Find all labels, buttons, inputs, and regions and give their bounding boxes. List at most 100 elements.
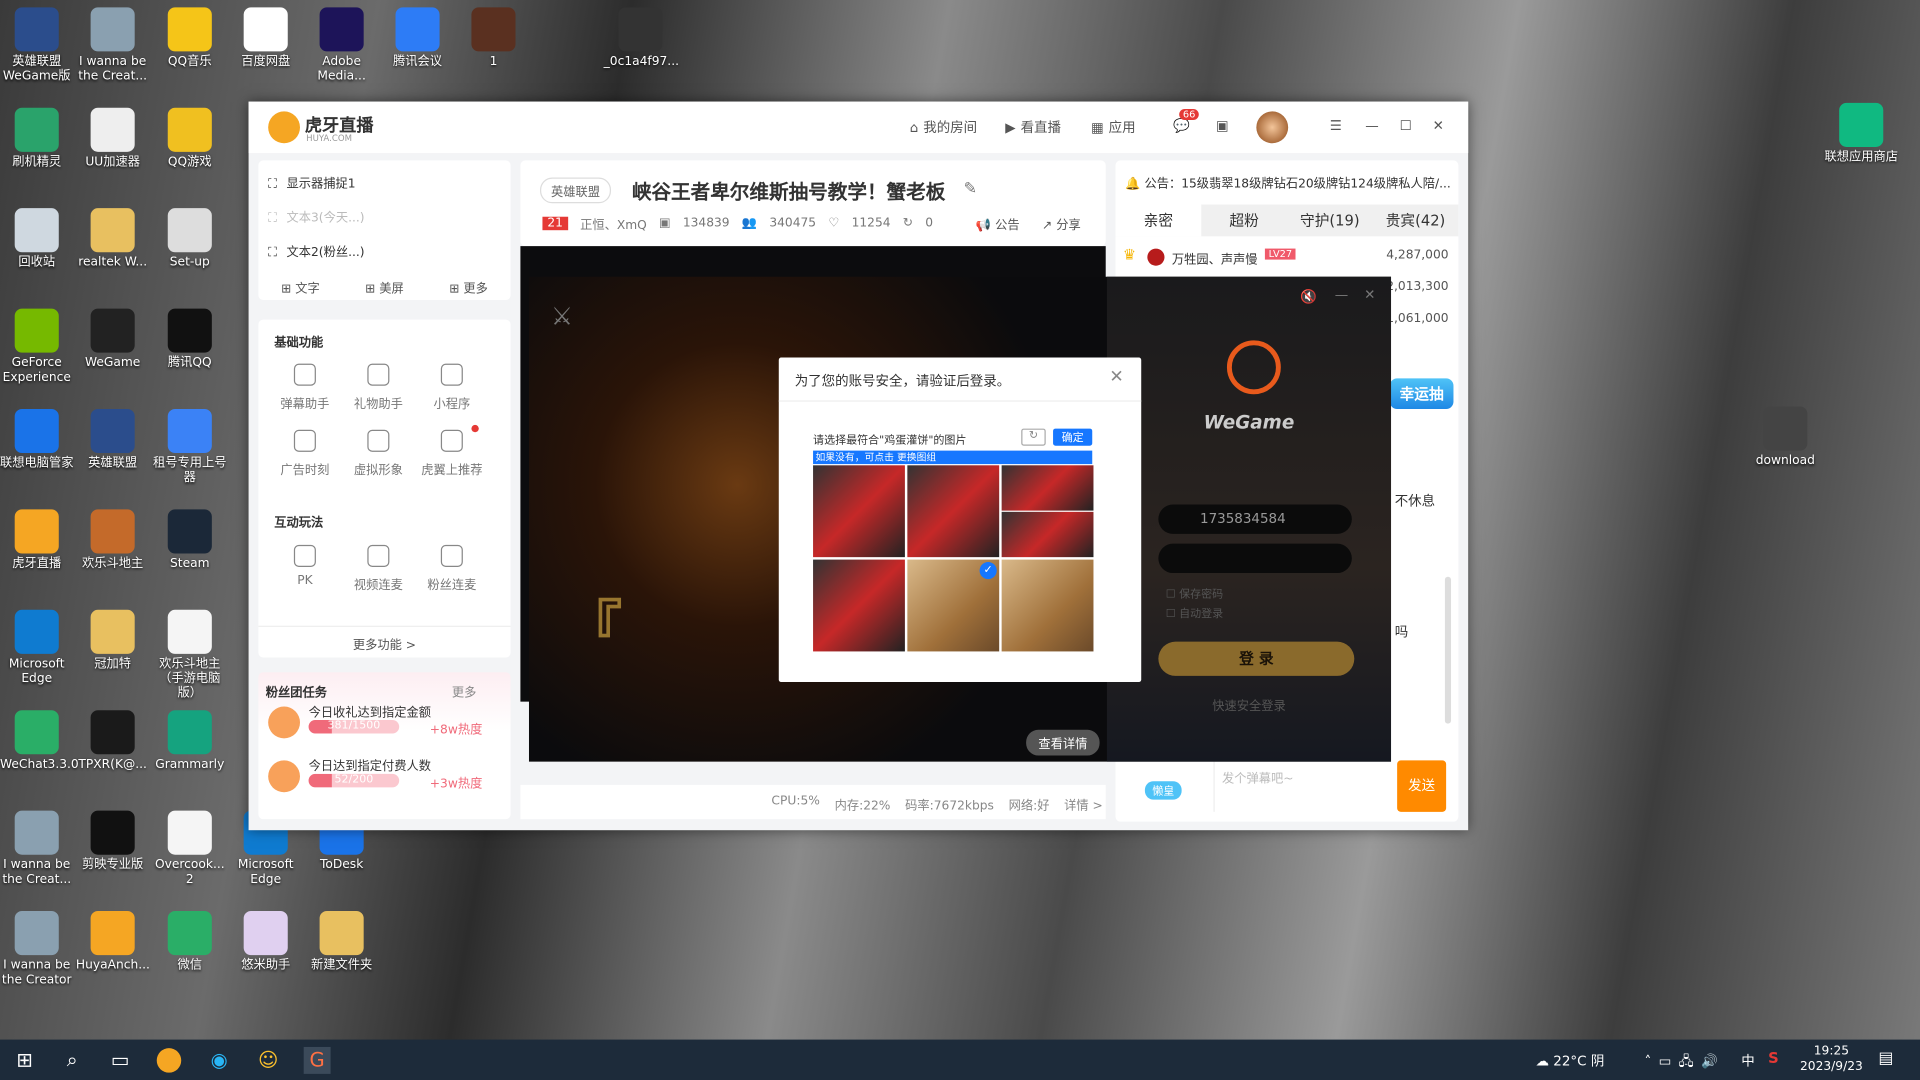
function-button[interactable]: PK — [271, 544, 340, 588]
confirm-button[interactable]: 确定 — [1053, 428, 1093, 446]
edit-icon[interactable]: ✎ — [964, 180, 977, 198]
mute-icon[interactable]: 🔇 — [1300, 289, 1317, 305]
desktop-icon[interactable]: WeGame — [76, 308, 149, 371]
captcha-tile[interactable] — [813, 559, 905, 652]
tab-3[interactable]: 贵宾(42) — [1373, 204, 1459, 236]
desktop-icon[interactable]: 回收站 — [0, 208, 73, 270]
tab-0[interactable]: 亲密 — [1115, 204, 1202, 237]
desktop-icon[interactable]: 欢乐斗地主（手游电脑版） — [153, 609, 226, 702]
maximize-button[interactable]: ☐ — [1400, 118, 1412, 134]
more-functions-link[interactable]: 更多功能 > — [258, 625, 511, 653]
login-button[interactable]: 登 录 — [1158, 641, 1355, 676]
lucky-draw-button[interactable]: 幸运抽 — [1389, 378, 1454, 409]
auto-login-checkbox[interactable]: ☐ 自动登录 — [1166, 605, 1223, 621]
desktop-icon[interactable]: 英雄联盟WeGame版 — [0, 7, 73, 84]
add-0-button[interactable]: ⊞ 文字 — [281, 278, 320, 296]
desktop-icon[interactable]: 1 — [457, 7, 530, 69]
start-button[interactable]: ⊞ — [11, 1047, 38, 1074]
desktop-icon[interactable]: 联想电脑管家 — [0, 408, 73, 471]
send-button[interactable]: 发送 — [1397, 760, 1447, 812]
desktop-icon[interactable]: I wanna be the Creat... — [0, 810, 73, 888]
taskbar-huya-icon[interactable] — [156, 1048, 182, 1073]
tab-2[interactable]: 守护(19) — [1287, 204, 1373, 236]
minimize-button[interactable]: — — [1365, 118, 1378, 134]
desktop-icon[interactable]: Steam — [153, 509, 226, 571]
taskbar-edge-icon[interactable]: ◉ — [206, 1047, 233, 1074]
desktop-icon[interactable]: 联想应用商店 — [1824, 102, 1898, 165]
function-button[interactable]: 广告时刻 — [271, 429, 340, 478]
desktop-icon[interactable]: 租号专用上号器 — [153, 408, 227, 486]
function-button[interactable]: 粉丝连麦 — [418, 544, 487, 593]
desktop-icon[interactable]: 腾讯会议 — [381, 7, 454, 69]
captcha-close-icon[interactable]: ✕ — [1109, 367, 1123, 387]
view-detail-button[interactable]: 查看详情 — [1026, 729, 1100, 756]
search-icon[interactable]: ⌕ — [59, 1047, 86, 1074]
close-button[interactable]: ✕ — [1433, 118, 1444, 134]
source-item[interactable]: ⛶ 显示器捕捉1 — [268, 173, 355, 191]
captcha-tile[interactable]: ✓ — [907, 559, 1000, 652]
desktop-icon[interactable]: GeForce Experience — [0, 308, 73, 386]
weather[interactable]: ☁ 22°C 阴 — [1536, 1051, 1605, 1071]
share-button[interactable]: ↗ 分享 — [1042, 214, 1081, 232]
desktop-icon[interactable]: 新建文件夹 — [305, 911, 378, 973]
desktop-icon[interactable]: 欢乐斗地主 — [76, 509, 149, 571]
wg-close-icon[interactable]: ✕ — [1364, 287, 1375, 303]
desktop-icon[interactable]: TPXR(K@... — [76, 710, 149, 772]
remember-checkbox[interactable]: ☐ 保存密码 — [1166, 585, 1223, 601]
danmaku-input[interactable]: 发个弹幕吧~ — [1213, 760, 1397, 812]
desktop-icon[interactable]: QQ音乐 — [153, 7, 226, 69]
desktop-icon[interactable]: 刷机精灵 — [0, 107, 73, 170]
chat-scrollbar[interactable] — [1444, 576, 1452, 724]
clock[interactable]: 19:25 2023/9/23 — [1800, 1043, 1863, 1075]
desktop-icon[interactable]: Microsoft Edge — [0, 609, 73, 687]
function-button[interactable]: 虎翼上推荐 — [418, 424, 487, 478]
desktop-icon[interactable]: Overcook... 2 — [153, 810, 226, 888]
sogou-icon[interactable]: S — [1768, 1049, 1779, 1066]
desktop-icon[interactable]: I wanna be the Creator — [0, 911, 73, 988]
source-item[interactable]: ⛶ 文本3(今天...) — [268, 207, 364, 225]
function-button[interactable]: 视频连麦 — [344, 544, 413, 593]
desktop-icon[interactable]: Set-up — [153, 208, 226, 270]
desktop-icon[interactable]: 剪映专业版 — [76, 810, 149, 873]
desktop-icon[interactable]: 英雄联盟 — [76, 408, 149, 471]
nav-apps[interactable]: ▦ 应用 — [1091, 118, 1136, 138]
refresh-icon[interactable]: ↻ — [1021, 428, 1046, 446]
desktop-icon[interactable]: 冠加特 — [76, 609, 149, 672]
captcha-tile[interactable] — [813, 465, 905, 558]
task-view-icon[interactable]: ▭ — [107, 1047, 134, 1074]
nav-watch-live[interactable]: ▶ 看直播 — [1005, 118, 1061, 138]
function-button[interactable]: 小程序 — [418, 363, 487, 411]
desktop-icon[interactable]: 虎牙直播 — [0, 509, 73, 571]
desktop-icon[interactable]: Grammarly — [153, 710, 226, 772]
notification-icon[interactable]: ▤ — [1878, 1049, 1893, 1067]
desktop-icon[interactable]: Adobe Media... — [305, 7, 378, 84]
desktop-icon[interactable]: 微信 — [153, 911, 226, 973]
nav-my-room[interactable]: ⌂ 我的房间 — [910, 118, 977, 138]
status-detail-link[interactable]: 详情 > — [1064, 795, 1103, 813]
taskbar-wegame-icon[interactable]: G — [303, 1046, 331, 1074]
add-1-button[interactable]: ⊞ 美屏 — [365, 278, 404, 296]
desktop-icon[interactable]: download — [1749, 406, 1822, 469]
source-item[interactable]: ⛶ 文本2(粉丝...) — [268, 241, 364, 259]
function-button[interactable]: 弹幕助手 — [271, 363, 340, 411]
category-tag[interactable]: 英雄联盟 — [540, 177, 612, 204]
desktop-icon[interactable]: _0c1a4f97... — [604, 7, 679, 69]
desktop-icon[interactable]: 腾讯QQ — [153, 308, 226, 371]
tab-1[interactable]: 超粉 — [1201, 204, 1287, 236]
captcha-tile[interactable] — [1001, 465, 1094, 511]
password-input[interactable] — [1158, 543, 1352, 574]
desktop-icon[interactable]: 悠米助手 — [229, 911, 302, 973]
menu-button[interactable]: ☰ — [1330, 118, 1342, 134]
avatar[interactable] — [1256, 111, 1289, 144]
wg-minimize-icon[interactable]: — — [1335, 287, 1348, 303]
desktop-icon[interactable]: HuyaAnch... — [76, 911, 150, 973]
captcha-tile[interactable] — [1001, 511, 1094, 558]
desktop-icon[interactable]: 百度网盘 — [229, 7, 302, 69]
desktop-icon[interactable]: QQ游戏 — [153, 107, 226, 170]
desktop-icon[interactable]: UU加速器 — [76, 107, 149, 170]
captcha-tile[interactable] — [907, 465, 1000, 558]
ime-indicator[interactable]: 中 — [1741, 1051, 1754, 1071]
function-button[interactable]: 礼物助手 — [344, 363, 413, 411]
fan-tasks-more[interactable]: 更多 — [452, 682, 476, 700]
desktop-icon[interactable]: WeChat3.3.0 — [0, 710, 79, 772]
